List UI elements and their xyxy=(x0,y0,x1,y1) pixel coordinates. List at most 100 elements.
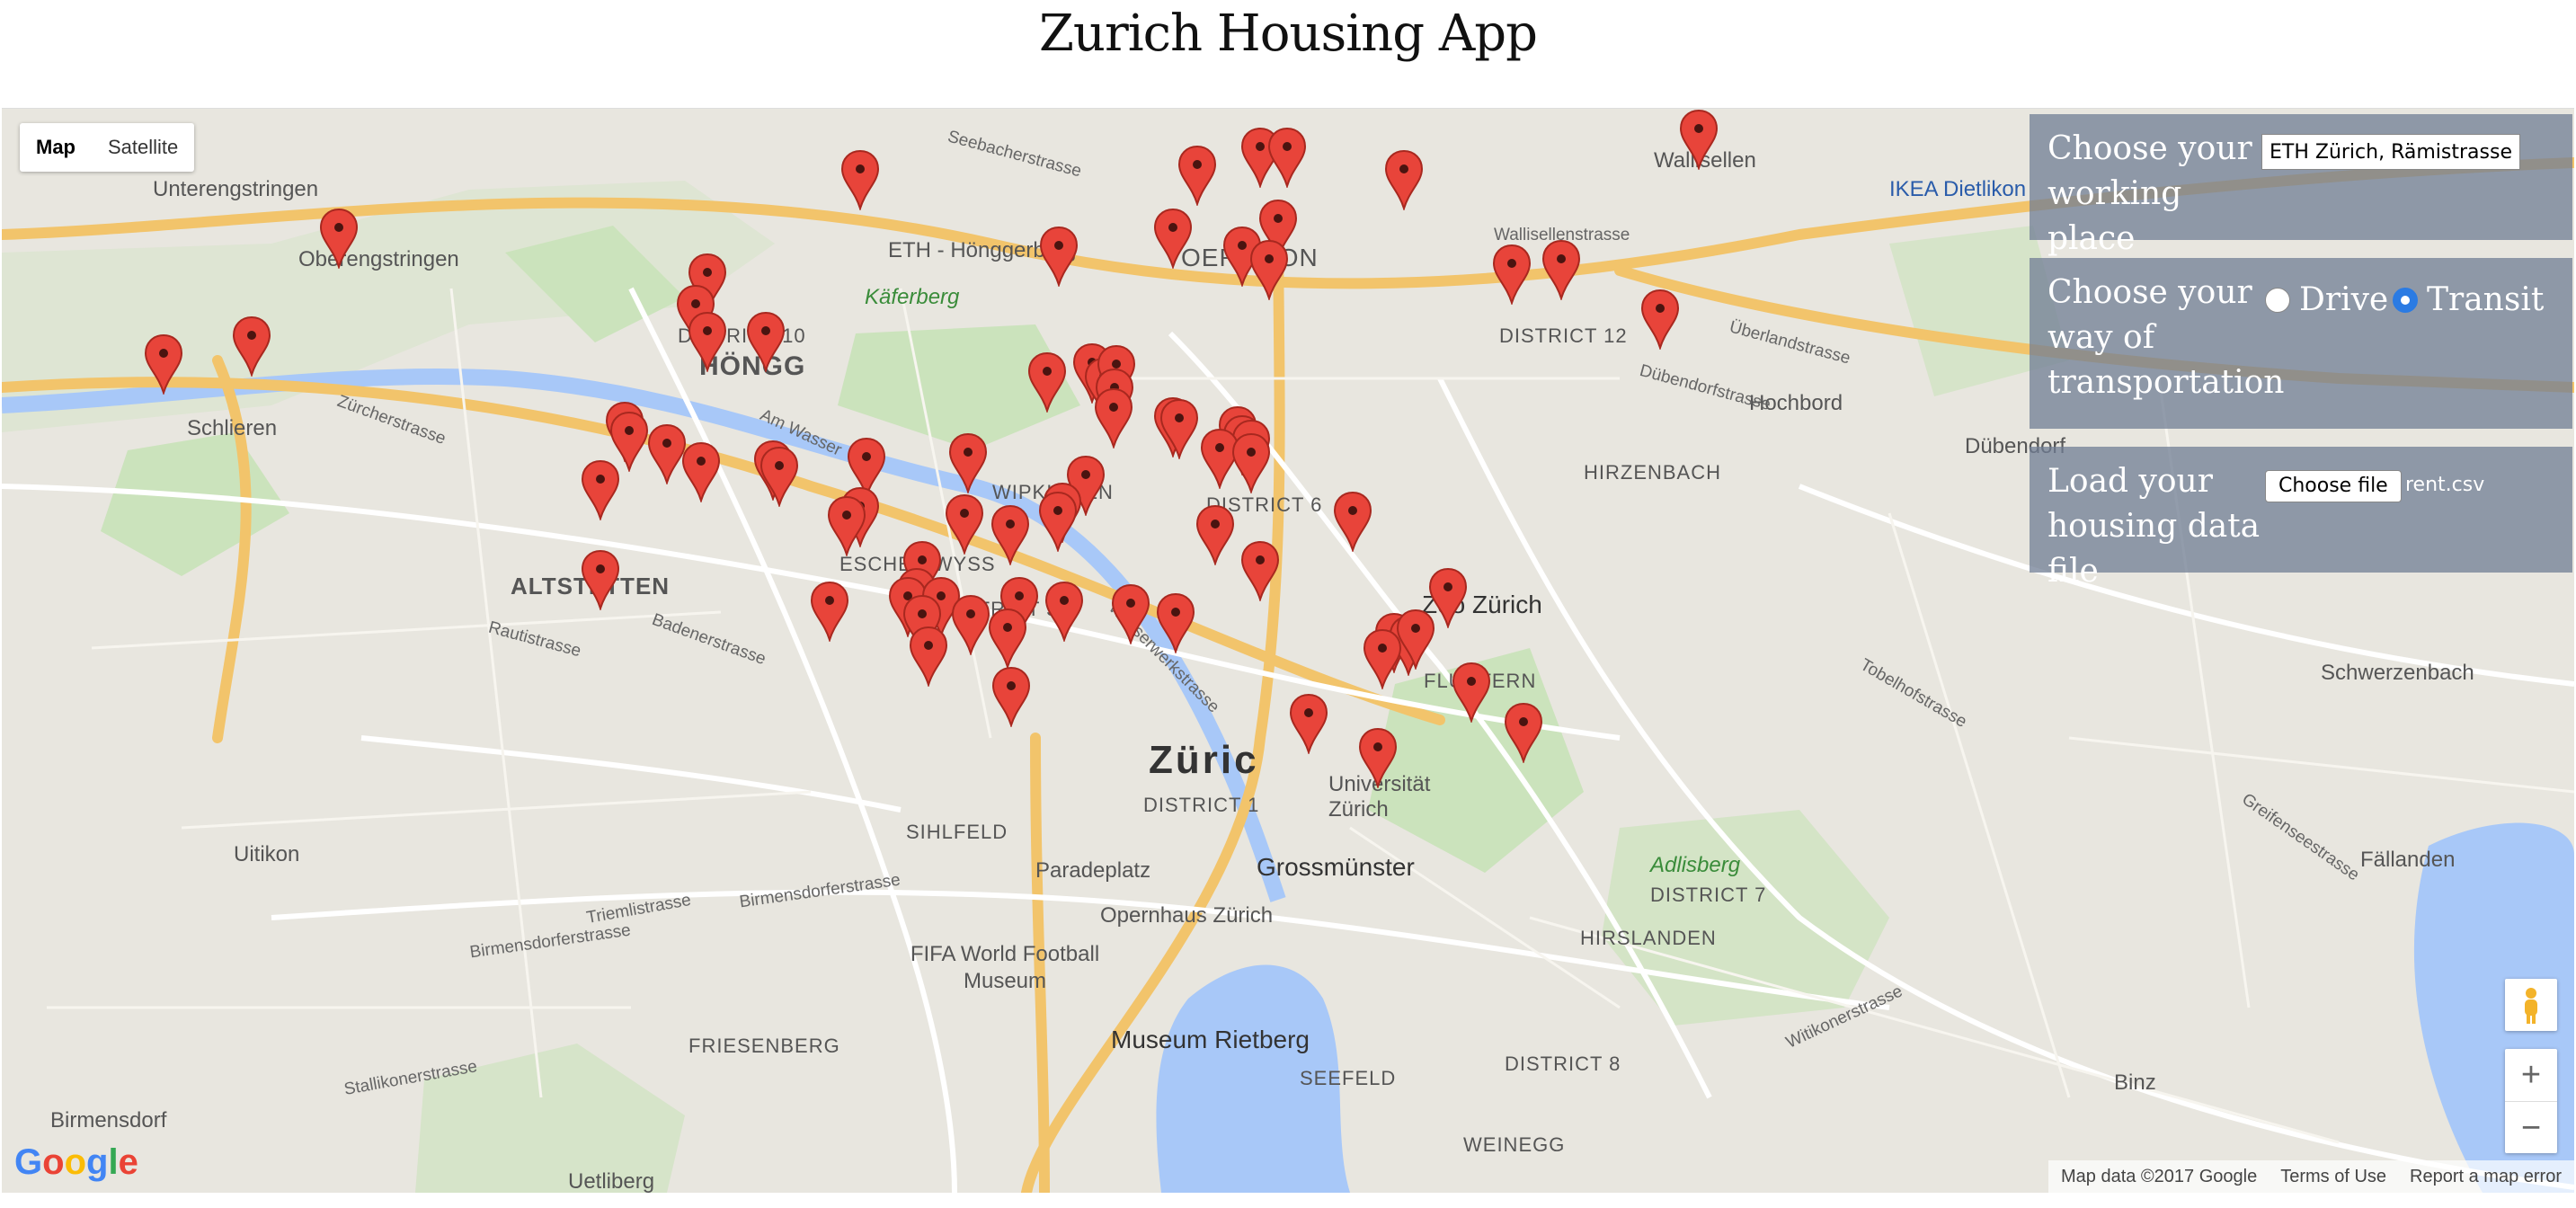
housing-marker-icon[interactable] xyxy=(681,441,721,502)
housing-marker-icon[interactable] xyxy=(759,446,799,507)
housing-marker-icon[interactable] xyxy=(909,626,948,687)
housing-marker-icon[interactable] xyxy=(1289,693,1328,754)
housing-marker-icon[interactable] xyxy=(948,432,988,493)
area-label: HIRZENBACH xyxy=(1584,461,1722,484)
map[interactable]: Unterengstringen Oberengstringen Schlier… xyxy=(2,108,2574,1193)
poi-label: Museum Rietberg xyxy=(1111,1026,1310,1053)
housing-marker-icon[interactable] xyxy=(232,315,271,377)
map-type-toggle: Map Satellite xyxy=(20,123,195,172)
housing-marker-icon[interactable] xyxy=(1039,226,1079,287)
transit-radio-button[interactable] xyxy=(2393,287,2418,313)
transit-radio[interactable]: Transit xyxy=(2393,281,2544,318)
housing-marker-icon[interactable] xyxy=(1159,398,1199,459)
working-place-input[interactable] xyxy=(2261,134,2520,170)
housing-marker-icon[interactable] xyxy=(1111,583,1150,644)
poi-label: Universität Zürich xyxy=(1328,772,1430,822)
working-place-label: Choose your working place xyxy=(2047,130,2252,257)
place-label: Schwerzenbach xyxy=(2321,661,2474,685)
park-label: Käferberg xyxy=(865,285,960,309)
poi-label: Uetliberg xyxy=(568,1169,655,1193)
housing-marker-icon[interactable] xyxy=(991,666,1031,727)
park-label: Adlisberg xyxy=(1650,853,1741,877)
zoom-out-button[interactable]: − xyxy=(2505,1102,2557,1154)
housing-marker-icon[interactable] xyxy=(1195,504,1235,565)
zoom-in-button[interactable]: + xyxy=(2505,1049,2557,1102)
street-view-pegman-icon[interactable] xyxy=(2505,979,2557,1031)
report-map-error-link[interactable]: Report a map error xyxy=(2410,1160,2562,1193)
drive-radio-button[interactable] xyxy=(2265,287,2290,313)
area-label: DISTRICT 1 xyxy=(1143,794,1260,816)
area-label: SIHLFELD xyxy=(906,821,1008,843)
housing-marker-icon[interactable] xyxy=(688,311,727,372)
poi-label: Opernhaus Zürich xyxy=(1100,903,1274,928)
selected-file-name: rent.csv xyxy=(2405,474,2485,496)
housing-marker-icon[interactable] xyxy=(951,594,990,655)
housing-marker-icon[interactable] xyxy=(1358,727,1398,788)
transport-label: Choose your way of transportation xyxy=(2047,274,2285,401)
housing-marker-icon[interactable] xyxy=(990,504,1030,565)
housing-marker-icon[interactable] xyxy=(988,608,1027,669)
housing-file-panel: Load your housing data file Choose file … xyxy=(2030,447,2572,590)
area-label: HIRSLANDEN xyxy=(1580,927,1717,949)
housing-marker-icon[interactable] xyxy=(1027,351,1067,413)
place-label: Fällanden xyxy=(2360,848,2456,872)
housing-marker-icon[interactable] xyxy=(827,495,866,556)
housing-marker-icon[interactable] xyxy=(1231,432,1271,493)
housing-marker-icon[interactable] xyxy=(1177,145,1217,206)
housing-marker-icon[interactable] xyxy=(1267,127,1307,188)
transit-label: Transit xyxy=(2427,281,2545,318)
drive-radio[interactable]: Drive xyxy=(2265,281,2388,318)
housing-marker-icon[interactable] xyxy=(1094,387,1133,449)
terms-of-use-link[interactable]: Terms of Use xyxy=(2280,1160,2386,1193)
area-label: DISTRICT 12 xyxy=(1499,324,1628,347)
poi-label: Grossmünster xyxy=(1257,853,1415,881)
area-label: DISTRICT 7 xyxy=(1650,884,1767,906)
housing-marker-icon[interactable] xyxy=(1541,239,1581,300)
drive-label: Drive xyxy=(2299,281,2389,318)
map-view-button[interactable]: Map xyxy=(20,123,92,172)
place-label: Schlieren xyxy=(187,416,278,440)
housing-marker-icon[interactable] xyxy=(810,581,849,642)
housing-marker-icon[interactable] xyxy=(1384,149,1424,210)
housing-marker-icon[interactable] xyxy=(945,493,984,555)
choose-file-button[interactable]: Choose file xyxy=(2265,470,2402,502)
place-label: Uitikon xyxy=(234,842,300,866)
housing-marker-icon[interactable] xyxy=(1504,702,1543,763)
housing-marker-icon[interactable] xyxy=(1452,662,1491,723)
housing-marker-icon[interactable] xyxy=(1156,592,1195,653)
housing-marker-icon[interactable] xyxy=(1679,109,1719,170)
housing-marker-icon[interactable] xyxy=(1333,491,1372,552)
housing-marker-icon[interactable] xyxy=(1153,208,1193,269)
housing-marker-icon[interactable] xyxy=(1492,244,1532,305)
area-label: WEINEGG xyxy=(1463,1133,1566,1156)
housing-marker-icon[interactable] xyxy=(1640,289,1680,350)
area-label: DISTRICT 8 xyxy=(1505,1053,1621,1075)
housing-marker-icon[interactable] xyxy=(1044,581,1084,642)
city-label: Züric xyxy=(1149,738,1259,782)
poi-label: Paradeplatz xyxy=(1035,858,1151,883)
google-logo: Google xyxy=(14,1142,138,1182)
housing-file-label: Load your housing data file xyxy=(2047,463,2261,590)
housing-marker-icon[interactable] xyxy=(319,208,359,269)
housing-marker-icon[interactable] xyxy=(1240,540,1280,601)
housing-marker-icon[interactable] xyxy=(746,311,786,372)
housing-marker-icon[interactable] xyxy=(581,549,620,610)
satellite-view-button[interactable]: Satellite xyxy=(92,123,194,172)
zoom-control: + − xyxy=(2505,1049,2557,1153)
housing-marker-icon[interactable] xyxy=(144,333,183,395)
working-place-panel: Choose your working place xyxy=(2030,114,2572,257)
housing-marker-icon[interactable] xyxy=(840,149,880,210)
app-title: Zurich Housing App xyxy=(1038,4,1538,63)
place-label: Birmensdorf xyxy=(50,1108,167,1132)
housing-marker-icon[interactable] xyxy=(1038,491,1078,552)
transport-panel: Choose your way of transportation Drive … xyxy=(2030,258,2572,429)
poi-label: FIFA World Football Museum xyxy=(910,942,1100,993)
area-label: SEEFELD xyxy=(1300,1067,1397,1089)
housing-marker-icon[interactable] xyxy=(1363,628,1402,689)
area-label: FRIESENBERG xyxy=(688,1035,840,1057)
housing-marker-icon[interactable] xyxy=(1249,239,1289,300)
map-data-attribution: Map data ©2017 Google xyxy=(2060,1167,2258,1186)
map-footer: Map data ©2017 Google Terms of Use Repor… xyxy=(2047,1160,2574,1193)
place-label: Unterengstringen xyxy=(153,177,319,201)
housing-marker-icon[interactable] xyxy=(581,459,620,520)
